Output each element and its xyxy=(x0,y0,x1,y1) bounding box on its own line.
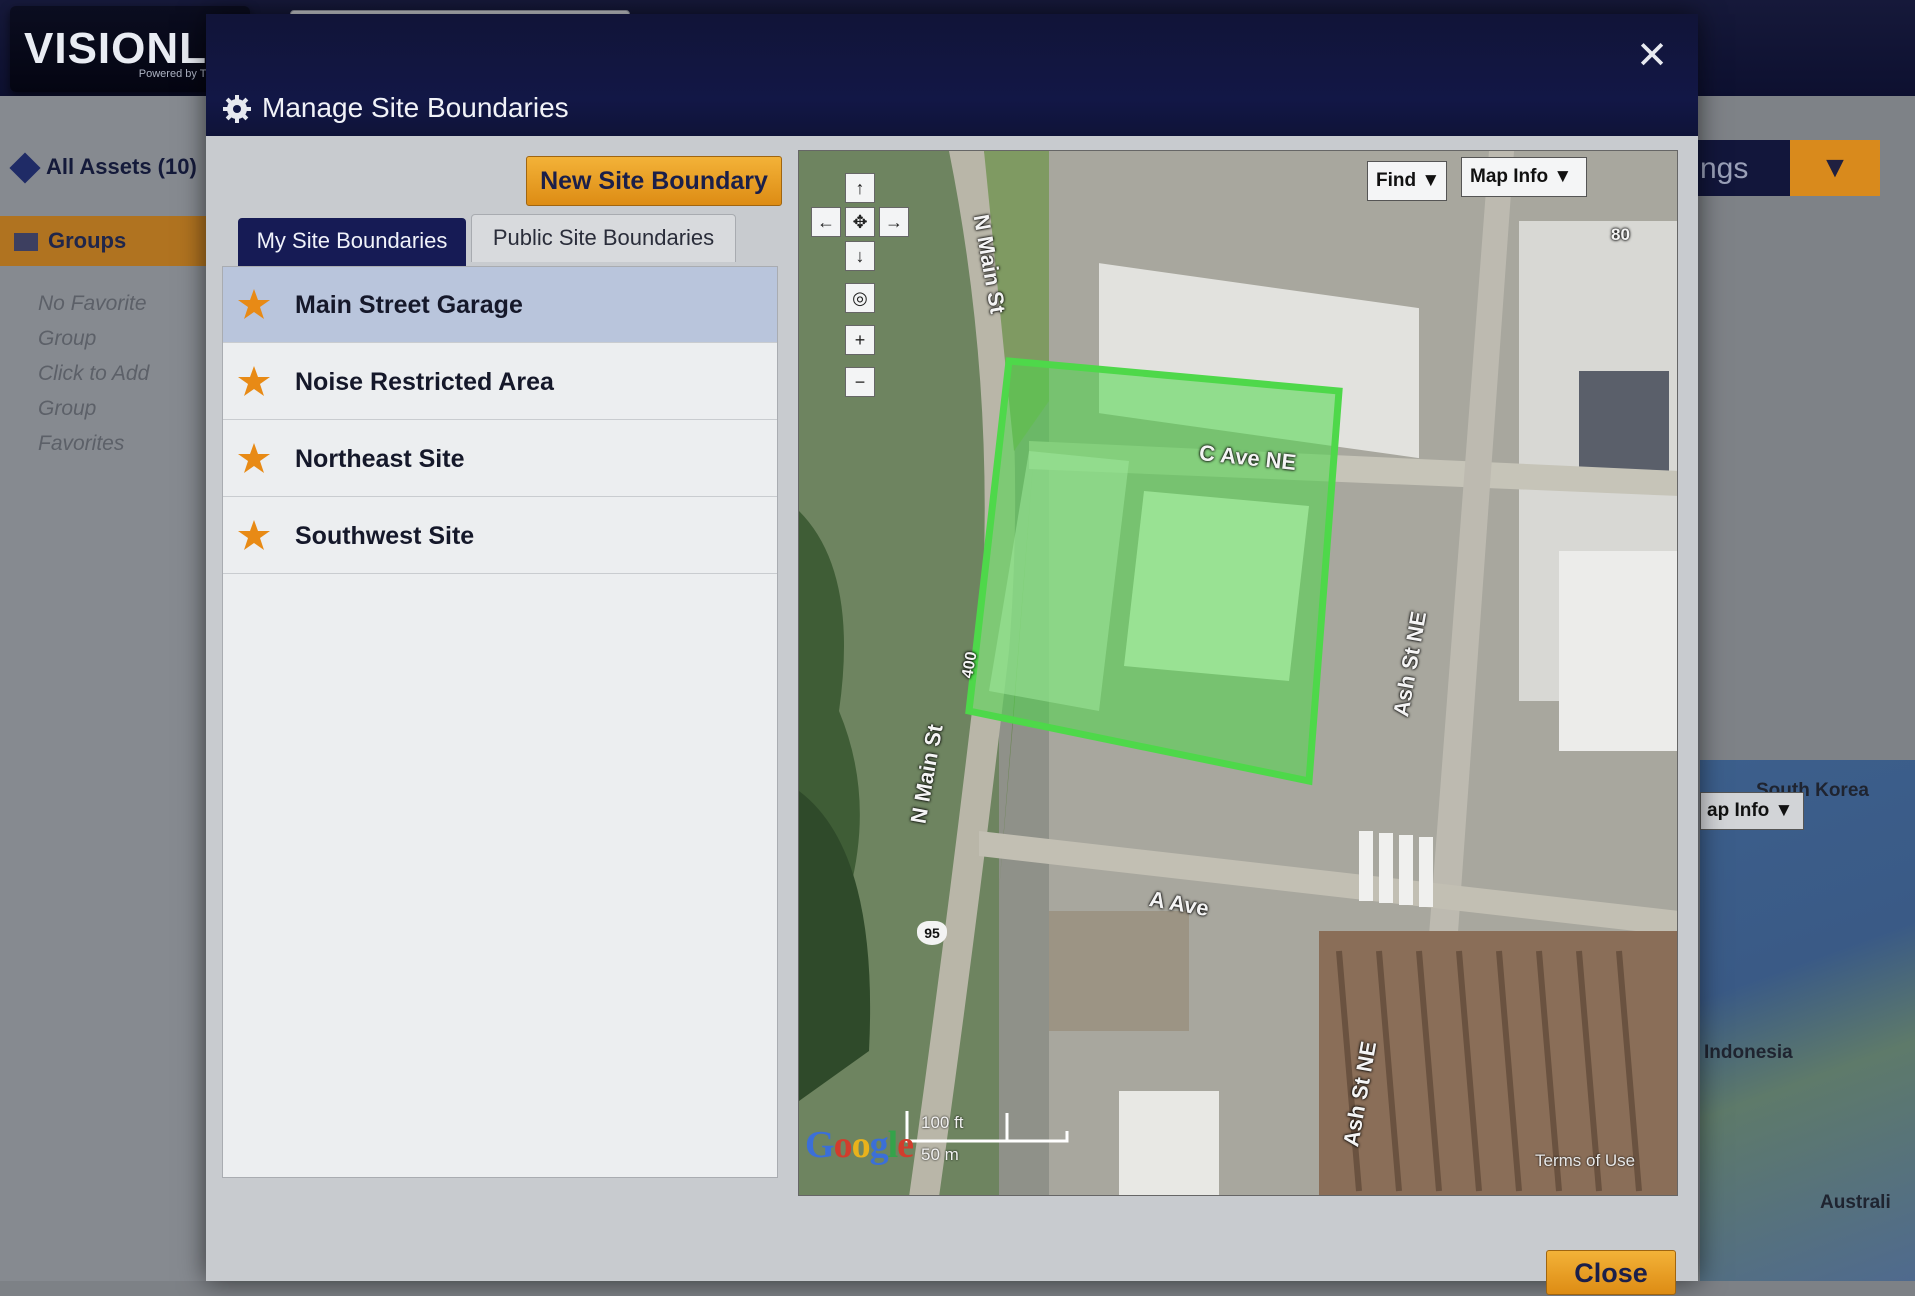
pan-right-button[interactable]: → xyxy=(879,207,909,237)
background-world-map: South Korea Indonesia Australi xyxy=(1700,760,1915,1281)
star-icon[interactable] xyxy=(237,518,271,552)
site-item-label: Main Street Garage xyxy=(295,291,523,319)
favorite-groups-empty: No Favorite Group Click to Add Group Fav… xyxy=(38,286,210,461)
route-shield-icon: 95 xyxy=(917,921,947,945)
gear-icon xyxy=(223,95,251,123)
empty-line: Click to Add Group xyxy=(38,362,150,420)
all-assets-label: All Assets (10) xyxy=(46,154,197,179)
tab-my-site-boundaries[interactable]: My Site Boundaries xyxy=(238,218,466,266)
dropdown-arrow-icon[interactable]: ▼ xyxy=(1790,140,1880,196)
close-button[interactable]: Close xyxy=(1546,1250,1676,1295)
star-icon[interactable] xyxy=(237,287,271,321)
cube-icon xyxy=(9,152,41,184)
zoom-in-button[interactable]: + xyxy=(845,325,875,355)
star-icon[interactable] xyxy=(237,364,271,398)
locate-icon[interactable]: ◎ xyxy=(845,283,875,313)
zoom-out-button[interactable]: − xyxy=(845,367,875,397)
left-sidebar: All Assets (10) Groups No Favorite Group… xyxy=(0,96,210,1281)
empty-line: Favorites xyxy=(38,432,125,455)
site-item-northeast-site[interactable]: Northeast Site xyxy=(223,421,777,497)
satellite-map[interactable]: ↑ ← ✥ → ↓ ◎ + − Find ▼ Map Info ▼ N Main… xyxy=(798,150,1678,1196)
dialog-title: Manage Site Boundaries xyxy=(262,92,569,123)
scale-feet: 100 ft xyxy=(921,1113,964,1132)
address-number: 80 xyxy=(1611,225,1630,244)
tab-public-site-boundaries[interactable]: Public Site Boundaries xyxy=(471,214,736,262)
background-map-info-button[interactable]: ap Info ▼ xyxy=(1700,792,1804,830)
site-item-label: Noise Restricted Area xyxy=(295,368,554,396)
map-imagery xyxy=(799,151,1677,1195)
pan-up-button[interactable]: ↑ xyxy=(845,173,875,203)
google-logo: Google xyxy=(805,1124,914,1166)
find-button[interactable]: Find ▼ xyxy=(1367,161,1447,201)
chevron-down-icon: ▼ xyxy=(1421,170,1441,191)
close-icon[interactable]: ✕ xyxy=(1628,32,1676,80)
site-item-noise-restricted-area[interactable]: Noise Restricted Area xyxy=(223,344,777,420)
chevron-down-icon: ▼ xyxy=(1553,166,1573,187)
map-info-button[interactable]: Map Info ▼ xyxy=(1461,157,1587,197)
dialog-titlebar: Manage Site Boundaries ✕ xyxy=(206,14,1698,136)
find-label: Find xyxy=(1376,170,1417,191)
pan-center-button[interactable]: ✥ xyxy=(845,207,875,237)
groups-label: Groups xyxy=(48,228,127,253)
terms-of-use-link[interactable]: Terms of Use xyxy=(1535,1151,1635,1171)
site-boundary-list: Main Street Garage Noise Restricted Area… xyxy=(222,266,778,1178)
site-item-label: Southwest Site xyxy=(295,522,475,550)
pan-down-button[interactable]: ↓ xyxy=(845,241,875,271)
folder-icon xyxy=(14,233,38,252)
map-label: Australi xyxy=(1820,1192,1891,1213)
groups-header[interactable]: Groups xyxy=(0,216,210,266)
new-site-boundary-button[interactable]: New Site Boundary xyxy=(526,156,782,206)
map-info-label: Map Info xyxy=(1470,166,1549,187)
pan-left-button[interactable]: ← xyxy=(811,207,841,237)
star-icon[interactable] xyxy=(237,441,271,475)
empty-line: No Favorite Group xyxy=(38,292,147,350)
bg-map-info-label: ap Info xyxy=(1707,800,1770,821)
site-item-label: Northeast Site xyxy=(295,445,465,473)
site-item-southwest-site[interactable]: Southwest Site xyxy=(223,498,777,574)
manage-site-boundaries-dialog: Manage Site Boundaries ✕ New Site Bounda… xyxy=(206,14,1698,1295)
scale-meters: 50 m xyxy=(921,1145,959,1164)
all-assets-link[interactable]: All Assets (10) xyxy=(9,152,197,184)
map-label: Indonesia xyxy=(1704,1042,1793,1063)
site-item-main-street-garage[interactable]: Main Street Garage xyxy=(223,267,777,343)
